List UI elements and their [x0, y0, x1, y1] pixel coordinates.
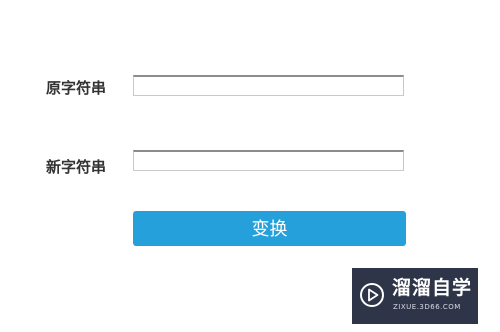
watermark: 溜溜自学 ZIXUE.3D66.COM — [352, 268, 478, 324]
new-string-label: 新字符串 — [46, 158, 107, 176]
new-string-input[interactable] — [133, 150, 404, 171]
play-icon — [360, 283, 384, 307]
watermark-url: ZIXUE.3D66.COM — [393, 303, 461, 311]
convert-button[interactable]: 变换 — [133, 211, 406, 246]
string-transform-form: 原字符串 新字符串 变换 溜溜自学 ZIXUE.3D66.COM — [0, 0, 500, 332]
original-string-input[interactable] — [133, 75, 404, 96]
original-string-label: 原字符串 — [46, 79, 107, 97]
watermark-title: 溜溜自学 — [392, 277, 473, 299]
